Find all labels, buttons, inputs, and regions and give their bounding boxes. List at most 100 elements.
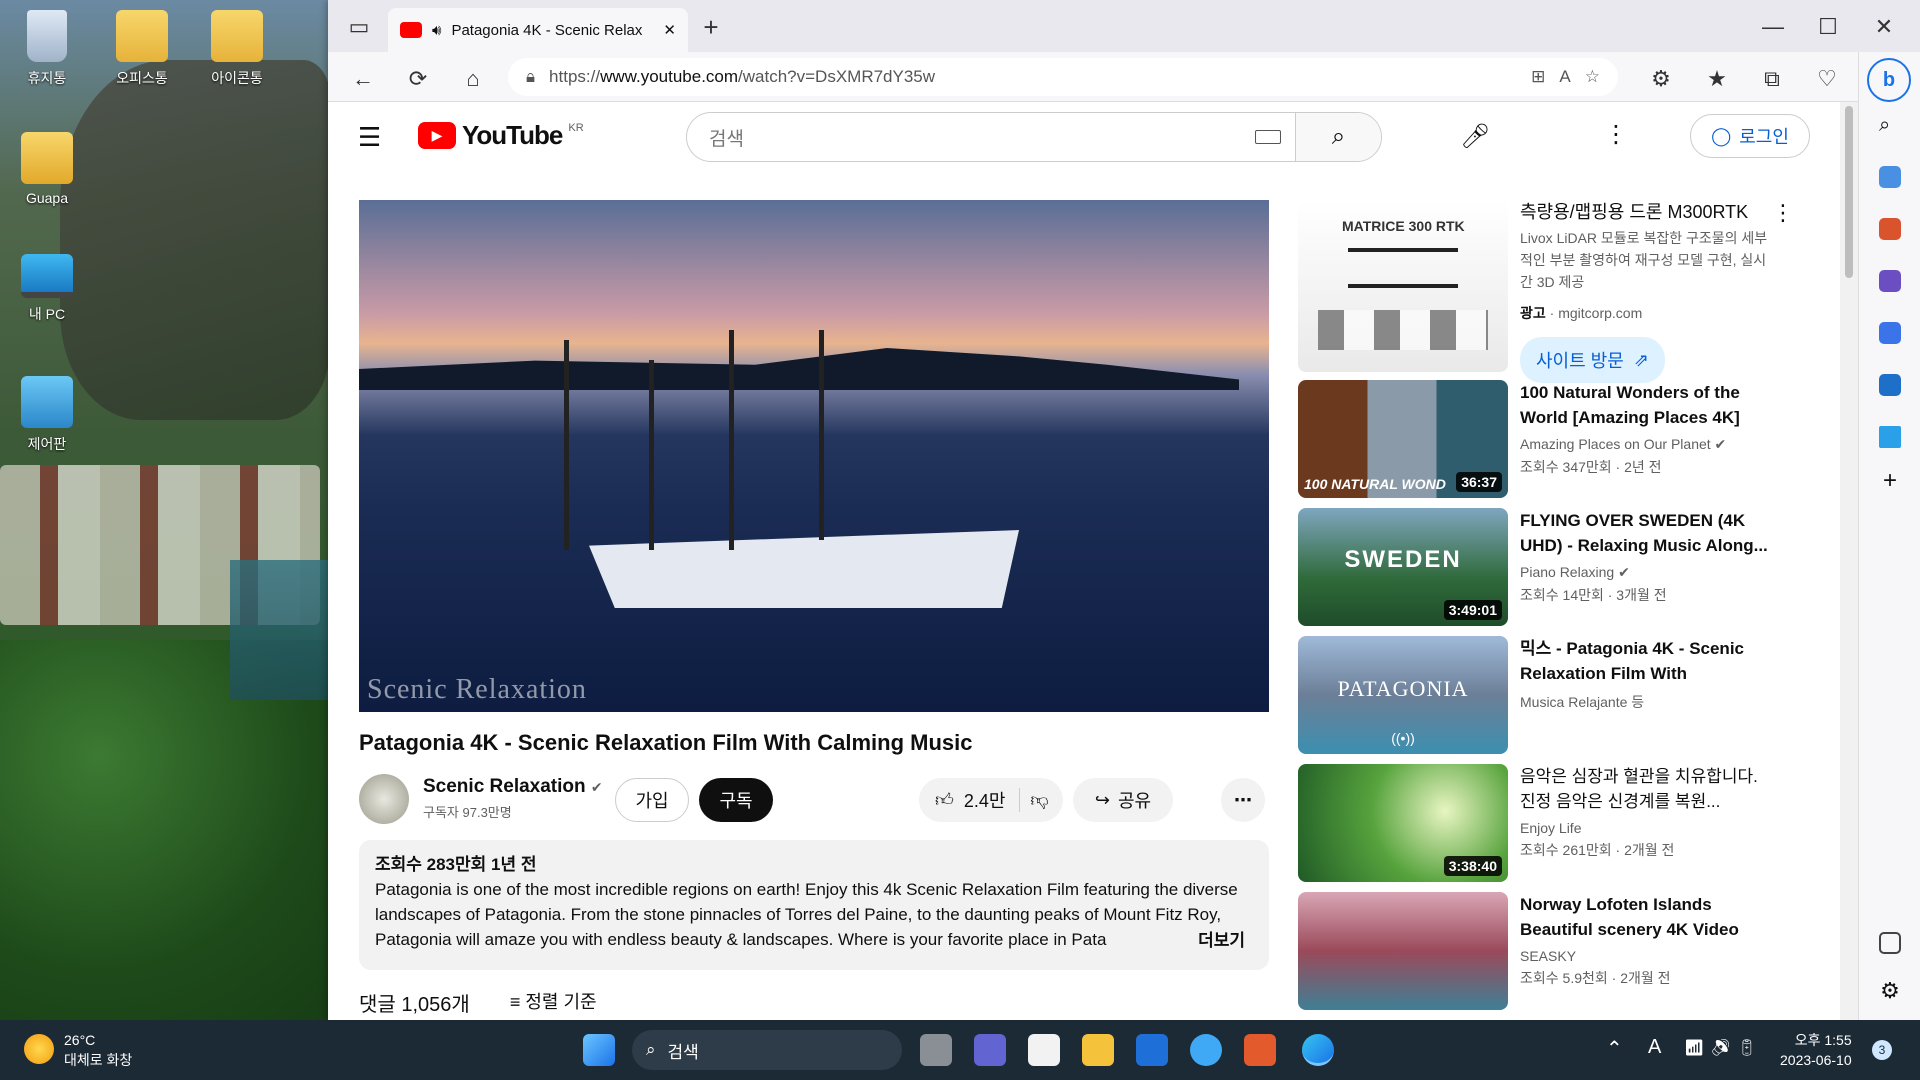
tab-actions-icon[interactable]: ▭ (346, 14, 372, 40)
ad-item[interactable]: MATRICE 300 RTK 측량용/맵핑용 드론 M300RTK Livox… (1298, 200, 1818, 383)
video-title[interactable]: 100 Natural Wonders of the World [Amazin… (1520, 380, 1770, 430)
input-indicator-icon[interactable]: A (1648, 1036, 1661, 1059)
teams-chat-icon[interactable] (974, 1034, 1006, 1066)
video-thumbnail[interactable]: PATAGONIA ((•)) (1298, 636, 1508, 754)
channel-name[interactable]: Amazing Places on Our Planet ✔ (1520, 436, 1770, 453)
games-icon[interactable] (1879, 270, 1901, 292)
microphone-icon[interactable]: 🎤︎ (1460, 122, 1490, 151)
read-aloud-icon[interactable]: A (1559, 67, 1570, 87)
taskbar-search[interactable]: ⌕ 검색 (632, 1030, 902, 1070)
browser-tab[interactable]: 🔊︎ Patagonia 4K - Scenic Relax ✕ (388, 8, 688, 52)
desktop-icon-recycle-bin[interactable]: 휴지통 (2, 10, 92, 88)
browser-essentials-icon[interactable]: ♡ (1814, 66, 1840, 92)
outlook-icon[interactable] (1879, 374, 1901, 396)
weather-widget[interactable]: 26°C 대체로 화창 (64, 1030, 132, 1070)
tools-briefcase-icon[interactable] (1879, 218, 1901, 240)
channel-name[interactable]: Scenic Relaxation ✔ (423, 776, 603, 798)
close-window-icon[interactable]: ✕ (1871, 14, 1897, 40)
browser-app-icon[interactable] (1190, 1034, 1222, 1066)
ad-thumbnail[interactable]: MATRICE 300 RTK (1298, 200, 1508, 372)
windows-start-icon[interactable] (583, 1034, 615, 1066)
maximize-icon[interactable]: ☐ (1815, 14, 1841, 40)
desktop-icon-icon-folder[interactable]: 아이콘통 (192, 10, 282, 88)
menu-icon[interactable]: ☰ (358, 122, 381, 153)
channel-name[interactable]: Musica Relajante 등 (1520, 692, 1770, 712)
clock[interactable]: 오후 1:55 2023-06-10 (1780, 1030, 1852, 1070)
dislike-icon[interactable]: 👎︎ (1030, 789, 1048, 811)
microsoft-365-icon[interactable] (1879, 322, 1901, 344)
video-thumbnail[interactable]: SWEDEN 3:49:01 (1298, 508, 1508, 626)
microsoft-store-icon[interactable] (1028, 1034, 1060, 1066)
subscribe-button[interactable]: 구독 (699, 778, 773, 822)
desktop-icon-guapa[interactable]: Guapa (2, 132, 92, 206)
video-thumbnail[interactable] (1298, 892, 1508, 1010)
related-video-item[interactable]: 100 NATURAL WOND 36:37 100 Natural Wonde… (1298, 380, 1818, 500)
ad-title[interactable]: 측량용/맵핑용 드론 M300RTK (1520, 200, 1770, 225)
task-view-icon[interactable] (920, 1034, 952, 1066)
show-more-link[interactable]: 더보기 (1192, 928, 1245, 953)
search-icon[interactable]: ⌕ (1879, 114, 1901, 136)
sort-button[interactable]: ≡ 정렬 기준 (510, 988, 597, 1017)
desktop-icon-office-folder[interactable]: 오피스통 (97, 10, 187, 88)
video-title[interactable]: 음악은 심장과 혈관을 치유합니다. 진정 음악은 신경계를 복원... (1520, 764, 1770, 814)
video-title[interactable]: 믹스 - Patagonia 4K - Scenic Relaxation Fi… (1520, 636, 1770, 686)
image-app-icon[interactable] (1244, 1034, 1276, 1066)
audio-playing-icon[interactable]: 🔊︎ (432, 22, 441, 39)
video-thumbnail[interactable]: 100 NATURAL WOND 36:37 (1298, 380, 1508, 498)
like-icon[interactable]: 👍︎ (935, 789, 954, 811)
mix-playlist-item[interactable]: PATAGONIA ((•)) 믹스 - Patagonia 4K - Scen… (1298, 636, 1818, 756)
drop-icon[interactable] (1879, 426, 1901, 448)
file-explorer-icon[interactable] (1082, 1034, 1114, 1066)
join-button[interactable]: 가입 (615, 778, 689, 822)
related-video-item[interactable]: SWEDEN 3:49:01 FLYING OVER SWEDEN (4K UH… (1298, 508, 1818, 628)
like-count[interactable]: 2.4만 (964, 787, 1006, 813)
lock-icon[interactable]: 🔒︎ (526, 67, 535, 87)
signin-button[interactable]: ◯ 로그인 (1690, 114, 1810, 158)
notification-badge[interactable]: 3 (1872, 1040, 1892, 1060)
edge-browser-icon[interactable] (1302, 1034, 1334, 1066)
video-title[interactable]: Norway Lofoten Islands Beautiful scenery… (1520, 892, 1770, 942)
new-tab-icon[interactable]: + (698, 12, 724, 42)
channel-avatar[interactable] (359, 774, 409, 824)
weather-sun-icon[interactable] (24, 1034, 54, 1064)
address-bar[interactable]: 🔒︎ https://www.youtube.com/watch?v=DsXMR… (508, 58, 1618, 96)
security-shield-icon[interactable] (1136, 1034, 1168, 1066)
minimize-icon[interactable]: — (1760, 14, 1786, 40)
add-icon[interactable]: + (1879, 469, 1901, 493)
desktop-icon-control-panel[interactable]: 제어판 (2, 376, 92, 454)
related-video-item[interactable]: Norway Lofoten Islands Beautiful scenery… (1298, 892, 1818, 1012)
close-tab-icon[interactable]: ✕ (663, 21, 676, 39)
video-title[interactable]: FLYING OVER SWEDEN (4K UHD) - Relaxing M… (1520, 508, 1770, 558)
scrollbar-thumb[interactable] (1845, 106, 1853, 278)
video-thumbnail[interactable]: 3:38:40 (1298, 764, 1508, 882)
related-video-item[interactable]: 3:38:40 음악은 심장과 혈관을 치유합니다. 진정 음악은 신경계를 복… (1298, 764, 1818, 884)
share-button[interactable]: ↪ 공유 (1073, 778, 1173, 822)
keyboard-icon[interactable] (1255, 130, 1281, 144)
search-input[interactable]: 검색 (687, 124, 1255, 151)
description-box[interactable]: 조회수 283만회 1년 전 Patagonia is one of the m… (359, 840, 1269, 970)
more-options-icon[interactable]: ⋮ (1604, 120, 1628, 149)
favorites-icon[interactable]: ★ (1704, 66, 1730, 92)
back-icon[interactable]: ← (350, 66, 376, 92)
page-scrollbar[interactable] (1840, 102, 1858, 1020)
hide-sidebar-icon[interactable] (1879, 932, 1901, 954)
network-volume-battery-icon[interactable]: 📶︎🔊︎🔋︎ (1684, 1038, 1763, 1058)
more-actions-icon[interactable]: ⋯ (1221, 778, 1265, 822)
refresh-icon[interactable]: ⟳ (405, 66, 431, 92)
youtube-logo[interactable]: ▶ YouTube KR (418, 120, 584, 151)
channel-name[interactable]: Piano Relaxing ✔ (1520, 564, 1770, 581)
video-player[interactable]: Scenic Relaxation (359, 200, 1269, 712)
channel-name[interactable]: Enjoy Life (1520, 820, 1770, 836)
app-available-icon[interactable]: ⊞ (1531, 67, 1545, 87)
visit-site-button[interactable]: 사이트 방문 ⇗ (1520, 337, 1665, 383)
home-icon[interactable]: ⌂ (460, 66, 486, 92)
ad-menu-icon[interactable]: ⋮ (1772, 200, 1794, 226)
search-button[interactable]: ⌕ (1295, 113, 1381, 161)
collections-icon[interactable]: ⧉ (1759, 66, 1785, 92)
bing-chat-icon[interactable]: b (1867, 58, 1911, 102)
shopping-tag-icon[interactable] (1879, 166, 1901, 188)
desktop-icon-my-pc[interactable]: 내 PC (2, 254, 92, 324)
settings-gear-icon[interactable]: ⚙ (1879, 980, 1901, 1002)
chevron-up-icon[interactable]: ⌃ (1606, 1036, 1623, 1061)
favorite-star-icon[interactable]: ☆ (1585, 67, 1600, 87)
